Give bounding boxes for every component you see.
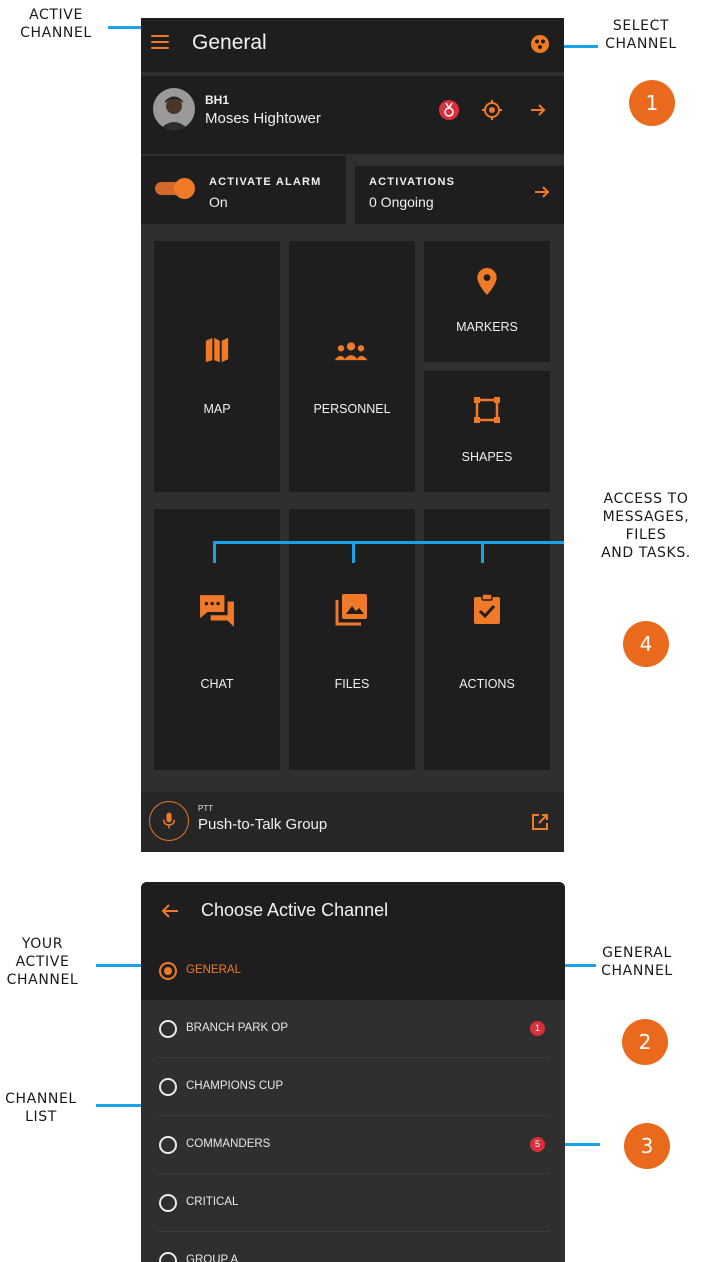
channel-list-annotation: CHANNEL LIST: [5, 1091, 77, 1125]
channel-row-general[interactable]: GENERAL: [141, 942, 565, 1000]
channel-name: GENERAL: [186, 964, 241, 976]
active-channel-title: General: [192, 31, 267, 54]
personnel-tile[interactable]: PERSONNEL: [289, 241, 415, 492]
choose-channel-screen: Choose Active Channel GENERAL BRANCH PAR…: [141, 882, 565, 1262]
channel-row-champions-cup[interactable]: CHAMPIONS CUP: [141, 1058, 565, 1116]
group-icon: [334, 342, 368, 361]
medal-icon[interactable]: [438, 99, 460, 121]
chat-label: CHAT: [200, 677, 234, 691]
channel-row-group-a[interactable]: GROUP A: [141, 1232, 565, 1262]
activations-card[interactable]: ACTIVATIONS 0 Ongoing: [355, 166, 564, 224]
channel-name: CRITICAL: [186, 1196, 239, 1208]
unread-count-badge: 5: [530, 1137, 545, 1152]
markers-tile[interactable]: MARKERS: [424, 241, 550, 362]
user-row[interactable]: BH1 Moses Hightower: [141, 76, 564, 154]
avatar: [153, 88, 195, 130]
mic-icon: [163, 812, 175, 829]
general-channel-annotation: GENERAL CHANNEL: [601, 945, 673, 979]
leader-line: [352, 541, 355, 563]
actions-label: ACTIONS: [459, 677, 515, 691]
select-channel-annotation: SELECT CHANNEL: [605, 18, 677, 52]
channel-row-critical[interactable]: CRITICAL: [141, 1174, 565, 1232]
user-callsign: BH1: [205, 93, 230, 107]
user-name: Moses Hightower: [205, 110, 321, 127]
shapes-tile[interactable]: SHAPES: [424, 371, 550, 492]
page-title: Choose Active Channel: [201, 900, 389, 920]
markers-label: MARKERS: [456, 320, 518, 334]
alarm-label: ACTIVATE ALARM: [209, 176, 322, 188]
channels-icon[interactable]: [530, 34, 550, 54]
open-external-icon[interactable]: [531, 813, 549, 831]
files-image-icon: [335, 594, 367, 626]
radio-icon[interactable]: [159, 1194, 177, 1212]
radio-icon[interactable]: [159, 1136, 177, 1154]
channel-name: GROUP A: [186, 1254, 239, 1262]
access-annotation: ACCESS TO MESSAGES, FILES AND TASKS.: [601, 491, 691, 561]
channel-row-commanders[interactable]: COMMANDERS 5: [141, 1116, 565, 1174]
alarm-value: On: [209, 194, 228, 210]
clipboard-check-icon: [474, 593, 500, 624]
arrow-right-icon[interactable]: [533, 183, 551, 201]
map-tile[interactable]: MAP: [154, 241, 280, 492]
channel-name: BRANCH PARK OP: [186, 1022, 289, 1034]
hamburger-icon[interactable]: [151, 35, 169, 49]
marker-pin-icon: [477, 268, 497, 295]
ptt-bar[interactable]: PTT Push-to-Talk Group: [141, 792, 564, 852]
radio-selected-icon[interactable]: [159, 962, 177, 980]
leader-line: [213, 541, 564, 544]
your-active-channel-annotation: YOUR ACTIVE CHANNEL: [6, 936, 79, 988]
locate-icon[interactable]: [481, 99, 503, 121]
app-bar: Choose Active Channel: [141, 882, 565, 942]
chat-tile[interactable]: CHAT: [154, 509, 280, 770]
leader-line: [560, 1143, 600, 1146]
shape-square-icon: [474, 397, 500, 423]
step-badge-3: 3: [624, 1123, 670, 1169]
step-badge-2: 2: [622, 1019, 668, 1065]
active-channel-annotation: ACTIVE CHANNEL: [20, 7, 92, 41]
shapes-label: SHAPES: [461, 450, 513, 464]
alarm-toggle[interactable]: [155, 178, 195, 199]
radio-icon[interactable]: [159, 1078, 177, 1096]
channel-name: COMMANDERS: [186, 1138, 271, 1150]
chat-icon: [200, 595, 234, 627]
actions-tile[interactable]: ACTIONS: [424, 509, 550, 770]
radio-icon[interactable]: [159, 1020, 177, 1038]
map-label: MAP: [203, 402, 231, 416]
step-badge-1: 1: [629, 80, 675, 126]
app-bar: General: [141, 18, 564, 72]
activate-alarm-card[interactable]: ACTIVATE ALARM On: [141, 156, 346, 224]
dashboard-screen: General BH1 Moses Hightower ACTIVATE ALA…: [141, 18, 564, 852]
leader-line: [481, 541, 484, 563]
channel-name: CHAMPIONS CUP: [186, 1080, 284, 1092]
unread-count-badge: 1: [530, 1021, 545, 1036]
back-arrow-icon[interactable]: [161, 903, 179, 919]
mic-button[interactable]: [149, 801, 189, 841]
activations-value: 0 Ongoing: [369, 194, 434, 210]
files-label: FILES: [334, 677, 370, 691]
channel-row-branch-park-op[interactable]: BRANCH PARK OP 1: [141, 1000, 565, 1058]
activations-label: ACTIVATIONS: [369, 176, 456, 188]
leader-line: [213, 541, 216, 563]
ptt-kicker: PTT: [198, 804, 214, 813]
ptt-group-name: Push-to-Talk Group: [198, 816, 328, 833]
map-icon: [205, 337, 229, 363]
arrow-right-icon[interactable]: [529, 101, 547, 119]
radio-icon[interactable]: [159, 1252, 177, 1262]
step-badge-4: 4: [623, 621, 669, 667]
personnel-label: PERSONNEL: [313, 402, 391, 416]
